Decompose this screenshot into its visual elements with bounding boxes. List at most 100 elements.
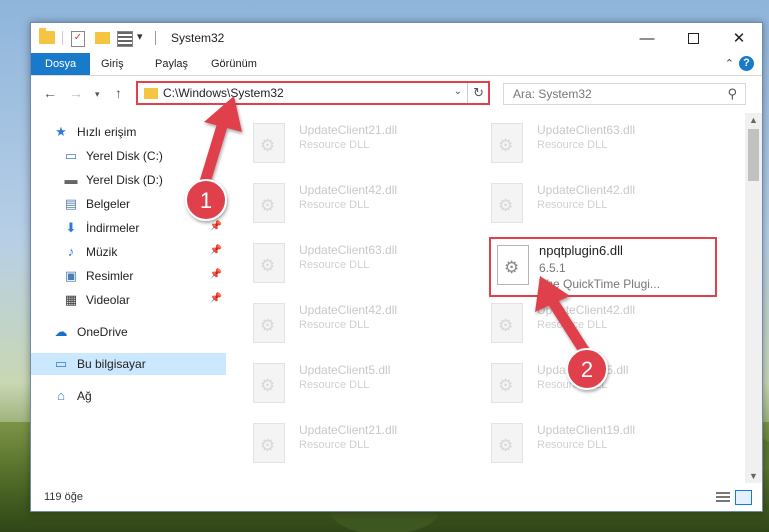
file-item[interactable]: UpdateClient21.dll Resource DLL bbox=[227, 115, 457, 171]
properties-check-icon[interactable]: ✓ bbox=[71, 31, 85, 47]
file-item[interactable]: UpdateClient42.dll Resource DLL bbox=[465, 295, 695, 351]
file-item[interactable]: UpdateClient5.dll Resource DLL bbox=[465, 355, 695, 411]
sidebar-item-this-pc[interactable]: ▭ Bu bilgisayar bbox=[31, 353, 226, 375]
file-item[interactable]: UpdateClient63.dll Resource DLL bbox=[227, 235, 457, 291]
drive-icon: ▭ bbox=[64, 148, 78, 163]
file-name: UpdateClient5.dll bbox=[537, 363, 629, 377]
documents-icon: ▤ bbox=[64, 196, 78, 211]
file-item[interactable]: UpdateClient42.dll Resource DLL bbox=[227, 295, 457, 351]
address-bar[interactable]: C:\Windows\System32 ⌄ ↻ bbox=[136, 81, 490, 105]
file-list: UpdateClient21.dll Resource DLL UpdateCl… bbox=[227, 113, 742, 483]
file-description: Resource DLL bbox=[299, 319, 370, 331]
details-view-icon[interactable] bbox=[716, 492, 730, 503]
minimize-button[interactable]: — bbox=[624, 23, 670, 53]
file-name: UpdateClient63.dll bbox=[299, 243, 398, 257]
sidebar-item-label: Yerel Disk (C:) bbox=[86, 149, 163, 163]
search-input[interactable]: Ara: System32 ⚲ bbox=[503, 83, 746, 105]
up-button[interactable]: ↑ bbox=[115, 85, 122, 101]
sidebar-item-quick-access[interactable]: ★ Hızlı erişim bbox=[31, 121, 226, 143]
sidebar-item-music[interactable]: ♪ Müzik 📌 bbox=[31, 241, 226, 263]
sidebar-item-local-disk-c[interactable]: ▭ Yerel Disk (C:) bbox=[31, 145, 226, 167]
sidebar-item-label: Videolar bbox=[86, 293, 130, 307]
network-icon: ⌂ bbox=[57, 388, 65, 403]
help-icon[interactable]: ? bbox=[739, 56, 754, 71]
separator bbox=[155, 31, 156, 45]
tab-view[interactable]: Görünüm bbox=[199, 53, 269, 75]
window-title: System32 bbox=[171, 31, 225, 45]
cloud-icon: ☁ bbox=[54, 324, 68, 339]
dll-file-icon bbox=[491, 303, 523, 343]
scroll-down-icon[interactable]: ▼ bbox=[749, 471, 758, 481]
quick-access-dropdown[interactable]: ▾ bbox=[137, 30, 143, 48]
status-bar: 119 öğe bbox=[31, 485, 762, 511]
sidebar-item-videos[interactable]: ▦ Videolar 📌 bbox=[31, 289, 226, 311]
file-name: UpdateClient42.dll bbox=[299, 303, 398, 317]
pin-icon[interactable]: 📌 bbox=[210, 221, 222, 232]
separator bbox=[62, 31, 63, 45]
file-description: Resource DLL bbox=[299, 259, 370, 271]
dll-file-icon bbox=[253, 423, 285, 463]
maximize-button[interactable] bbox=[670, 23, 716, 53]
download-icon: ⬇ bbox=[65, 220, 77, 235]
file-name: UpdateClient5.dll bbox=[299, 363, 391, 377]
file-version: 6.5.1 bbox=[539, 261, 566, 275]
item-count: 119 öğe bbox=[44, 491, 83, 503]
file-description: Resource DLL bbox=[299, 199, 370, 211]
file-item[interactable]: UpdateClient5.dll Resource DLL bbox=[227, 355, 457, 411]
star-icon: ★ bbox=[55, 124, 67, 139]
file-item[interactable]: UpdateClient63.dll Resource DLL bbox=[465, 115, 695, 171]
file-item[interactable]: UpdateClient21.dll Resource DLL bbox=[227, 415, 457, 471]
pin-icon[interactable]: 📌 bbox=[210, 269, 222, 280]
tiles-view-icon[interactable] bbox=[735, 490, 752, 505]
file-item-npqtplugin6[interactable]: npqtplugin6.dll 6.5.1 The QuickTime Plug… bbox=[489, 237, 717, 297]
sidebar-item-onedrive[interactable]: ☁ OneDrive bbox=[31, 321, 226, 343]
ribbon-tabs: Dosya Giriş Paylaş Görünüm ⌃ ? bbox=[31, 53, 762, 76]
dll-file-icon bbox=[491, 363, 523, 403]
scrollbar-thumb[interactable] bbox=[748, 129, 759, 181]
pin-icon[interactable]: 📌 bbox=[210, 245, 222, 256]
search-icon[interactable]: ⚲ bbox=[727, 86, 737, 102]
tab-share[interactable]: Paylaş bbox=[143, 53, 200, 75]
pin-icon[interactable]: 📌 bbox=[210, 293, 222, 304]
sidebar-item-label: Ağ bbox=[77, 389, 92, 403]
computer-icon: ▭ bbox=[54, 356, 68, 371]
sidebar-item-network[interactable]: ⌂ Ağ bbox=[31, 385, 226, 407]
vertical-scrollbar[interactable]: ▲ ▼ bbox=[745, 113, 762, 483]
sidebar-item-label: İndirmeler bbox=[86, 221, 140, 235]
tab-file[interactable]: Dosya bbox=[31, 53, 91, 75]
dll-file-icon bbox=[253, 183, 285, 223]
videos-icon: ▦ bbox=[64, 292, 78, 307]
sidebar-item-downloads[interactable]: ⬇ İndirmeler 📌 bbox=[31, 217, 226, 239]
sidebar-item-pictures[interactable]: ▣ Resimler 📌 bbox=[31, 265, 226, 287]
back-button[interactable]: ← bbox=[43, 85, 57, 101]
refresh-icon[interactable]: ↻ bbox=[473, 85, 484, 101]
title-bar: ✓ ▾ System32 — ✕ bbox=[31, 23, 762, 53]
forward-button[interactable]: → bbox=[69, 85, 83, 101]
file-item[interactable]: UpdateClient19.dll Resource DLL bbox=[465, 415, 695, 471]
file-explorer-window: ✓ ▾ System32 — ✕ Dosya Giriş Paylaş Görü… bbox=[30, 22, 763, 512]
scroll-up-icon[interactable]: ▲ bbox=[749, 115, 758, 125]
dll-file-icon bbox=[253, 303, 285, 343]
dll-file-icon bbox=[491, 183, 523, 223]
pictures-icon: ▣ bbox=[64, 268, 78, 283]
separator bbox=[467, 83, 468, 103]
search-placeholder: Ara: System32 bbox=[513, 87, 592, 101]
file-name: UpdateClient42.dll bbox=[299, 183, 398, 197]
file-item[interactable]: UpdateClient42.dll Resource DLL bbox=[465, 175, 695, 231]
tab-home[interactable]: Giriş bbox=[89, 53, 136, 75]
file-description: Resource DLL bbox=[299, 379, 370, 391]
close-button[interactable]: ✕ bbox=[716, 23, 762, 53]
customize-icon[interactable] bbox=[117, 31, 133, 47]
recent-locations-dropdown[interactable]: ▾ bbox=[95, 89, 100, 100]
sidebar-item-label: Resimler bbox=[86, 269, 134, 283]
file-item[interactable]: UpdateClient42.dll Resource DLL bbox=[227, 175, 457, 231]
address-path[interactable]: C:\Windows\System32 bbox=[163, 86, 284, 100]
dll-file-icon bbox=[253, 123, 285, 163]
sidebar-item-local-disk-d[interactable]: ▬ Yerel Disk (D:) bbox=[31, 169, 226, 191]
new-folder-icon[interactable] bbox=[95, 32, 110, 44]
sidebar-item-documents[interactable]: ▤ Belgeler bbox=[31, 193, 226, 215]
expand-ribbon-icon[interactable]: ⌃ bbox=[725, 57, 734, 70]
sidebar-item-label: Bu bilgisayar bbox=[77, 357, 146, 371]
address-dropdown-icon[interactable]: ⌄ bbox=[454, 86, 462, 97]
sidebar-item-label: Yerel Disk (D:) bbox=[86, 173, 163, 187]
